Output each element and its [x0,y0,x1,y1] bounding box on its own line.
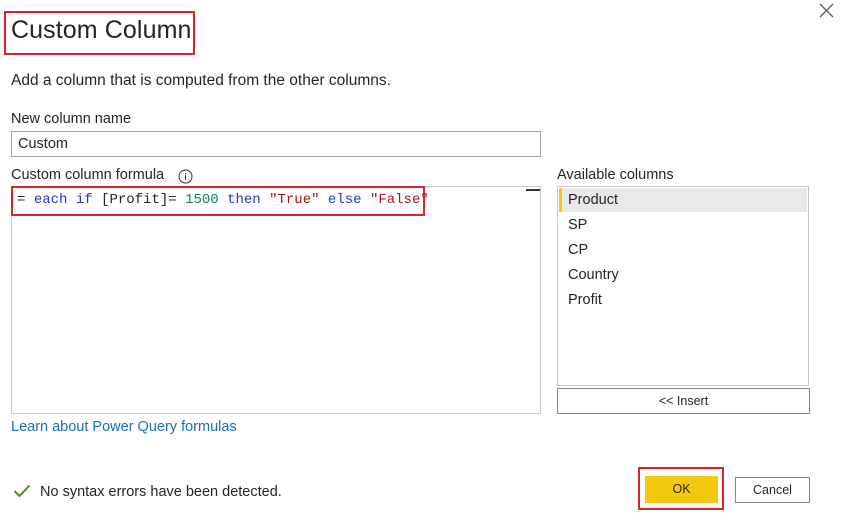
info-icon[interactable] [178,169,193,184]
column-item-profit[interactable]: Profit [559,288,807,312]
cancel-button[interactable]: Cancel [735,477,810,503]
dialog-title: Custom Column [11,16,192,44]
ok-button[interactable]: OK [645,476,718,503]
insert-button[interactable]: << Insert [557,388,810,414]
column-item-country[interactable]: Country [559,263,807,287]
learn-formulas-link[interactable]: Learn about Power Query formulas [11,419,237,435]
close-icon [819,3,834,18]
close-button[interactable] [816,0,838,22]
formula-label: Custom column formula [11,167,165,183]
dialog-description: Add a column that is computed from the o… [11,72,391,89]
available-columns-label: Available columns [557,167,674,183]
syntax-status-text: No syntax errors have been detected. [40,484,282,500]
formula-highlight-box [11,186,425,216]
column-item-product[interactable]: Product [559,188,807,212]
editor-scroll-marker [526,189,540,191]
formula-editor[interactable] [11,186,541,414]
new-column-name-input[interactable] [11,131,541,157]
available-columns-list[interactable]: Product SP CP Country Profit [557,186,809,386]
new-column-name-label: New column name [11,111,132,127]
checkmark-icon [13,482,31,500]
column-item-cp[interactable]: CP [559,238,807,262]
column-item-sp[interactable]: SP [559,213,807,237]
